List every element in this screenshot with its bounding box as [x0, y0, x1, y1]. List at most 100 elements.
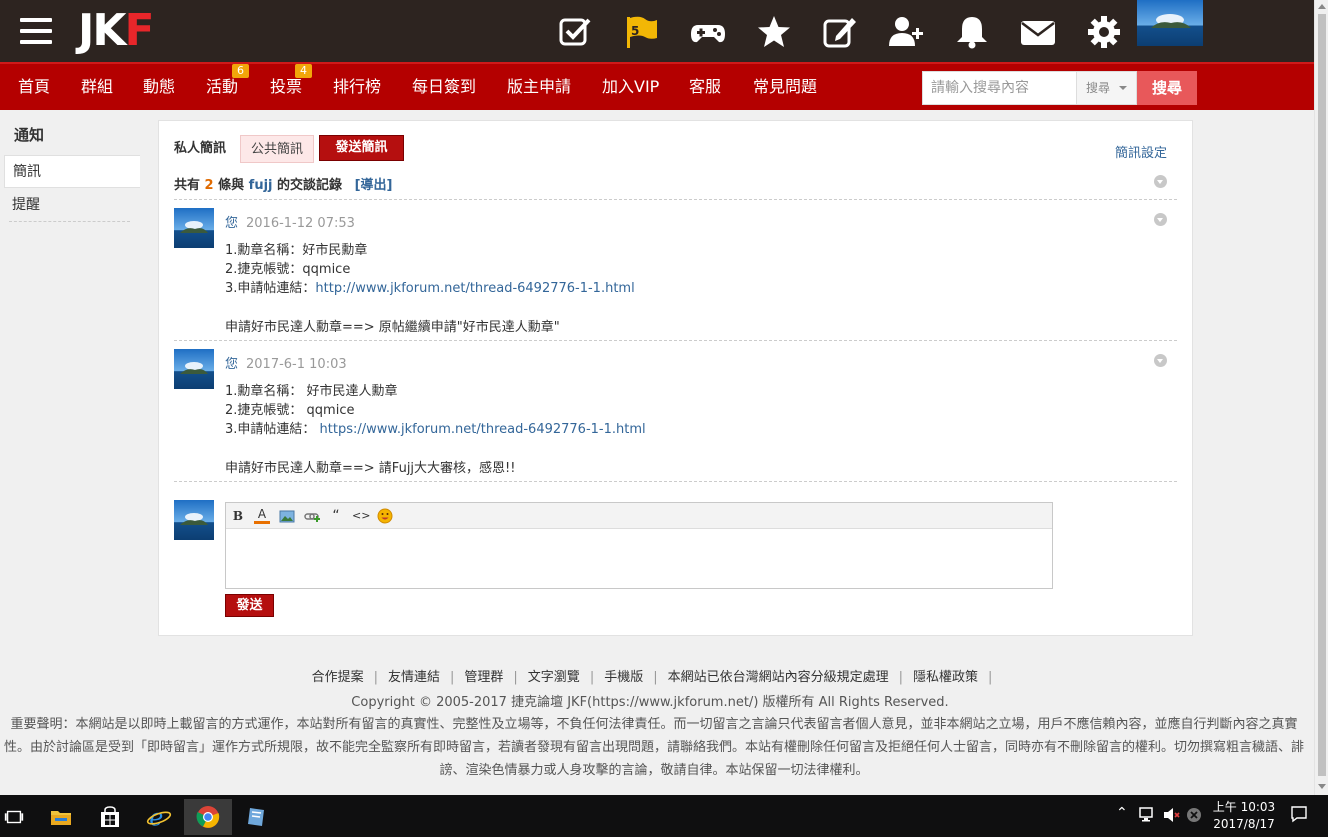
thread-link[interactable]: https://www.jkforum.net/thread-6492776-1…	[320, 422, 646, 437]
checkbox-icon[interactable]	[555, 12, 595, 52]
user-avatar[interactable]	[1137, 0, 1203, 46]
add-user-icon[interactable]	[886, 12, 926, 52]
reply-editor: B A “ <>	[225, 502, 1053, 589]
editor-toolbar: B A “ <>	[226, 503, 1052, 529]
gamepad-icon[interactable]	[688, 12, 728, 52]
collapse-all-icon[interactable]	[1154, 175, 1167, 188]
footer-link[interactable]: 隱私權政策	[913, 670, 978, 685]
conversation-user-link[interactable]: fujj	[249, 178, 273, 193]
chrome-icon[interactable]	[184, 799, 232, 835]
message-line: 2.捷克帳號： qqmice	[225, 403, 355, 418]
task-view-icon[interactable]	[0, 799, 38, 835]
jkf-logo[interactable]: JKF	[78, 8, 155, 54]
footer-link[interactable]: 合作提案	[312, 670, 364, 685]
scroll-down-arrow-icon[interactable]	[1318, 784, 1326, 789]
send-message-button[interactable]: 發送簡訊	[319, 135, 404, 161]
submit-reply-button[interactable]: 發送	[225, 594, 274, 617]
message-time: 2016-1-12 07:53	[246, 216, 355, 231]
tab-private-messages[interactable]: 私人簡訊	[174, 135, 226, 163]
nav-support[interactable]: 客服	[689, 64, 721, 110]
message-line: 1.勳章名稱：好市民勳章	[225, 243, 368, 258]
scroll-up-arrow-icon[interactable]	[1318, 4, 1326, 9]
tab-public-messages[interactable]: 公共簡訊	[240, 135, 314, 163]
message-line: 1.勳章名稱： 好市民達人勳章	[225, 384, 398, 399]
message-line: 申請好市民達人勳章==> 原帖繼續申請"好市民達人勳章"	[225, 320, 560, 335]
message-settings-link[interactable]: 簡訊設定	[1115, 142, 1167, 161]
network-icon[interactable]	[1139, 807, 1157, 823]
nav-activity-badge: 6	[232, 64, 249, 78]
message-line: 2.捷克帳號：qqmice	[225, 262, 351, 277]
message-avatar[interactable]	[174, 208, 214, 248]
my-avatar	[174, 500, 214, 540]
footer-link[interactable]: 友情連結	[388, 670, 440, 685]
link-icon[interactable]	[304, 508, 320, 524]
footer-link[interactable]: 文字瀏覽	[528, 670, 580, 685]
collapse-message-icon[interactable]	[1154, 213, 1167, 226]
message-panel: 私人簡訊 公共簡訊 發送簡訊 簡訊設定 共有 2 條與 fujj 的交談記錄 […	[158, 120, 1193, 636]
sidebar-item-messages[interactable]: 簡訊	[4, 155, 140, 188]
hamburger-menu-icon[interactable]	[20, 18, 52, 44]
image-icon[interactable]	[279, 508, 295, 524]
notification-center-icon[interactable]	[1290, 805, 1308, 823]
nav-daily-checkin[interactable]: 每日簽到	[412, 64, 476, 110]
search-button[interactable]: 搜尋	[1137, 71, 1197, 105]
flag-badge: 5	[631, 24, 640, 38]
thread-link[interactable]: http://www.jkforum.net/thread-6492776-1-…	[315, 281, 634, 296]
chevron-down-icon	[1119, 86, 1127, 90]
clock-time: 上午 10:03	[1212, 800, 1276, 814]
system-clock[interactable]: 上午 10:03 2017/8/17	[1205, 799, 1283, 833]
message-avatar[interactable]	[174, 349, 214, 389]
export-link[interactable]: [導出]	[355, 178, 393, 193]
nav-join-vip[interactable]: 加入VIP	[602, 64, 659, 110]
sidebar-title: 通知	[14, 126, 45, 144]
footer-link[interactable]: 本網站已依台灣網站內容分級規定處理	[668, 670, 889, 685]
clock-date: 2017/8/17	[1213, 817, 1275, 831]
message-line: 申請好市民達人勳章==> 請Fujj大大審核，感恩!!	[225, 461, 516, 476]
volume-muted-icon[interactable]	[1163, 807, 1181, 823]
star-icon[interactable]	[754, 12, 794, 52]
conversation-summary: 共有 2 條與 fujj 的交談記錄 [導出]	[174, 178, 393, 193]
bell-icon[interactable]	[952, 12, 992, 52]
bold-icon[interactable]: B	[230, 508, 246, 524]
font-color-icon[interactable]: A	[254, 508, 270, 524]
flag-icon[interactable]: 5	[621, 12, 661, 52]
scroll-thumb[interactable]	[1318, 14, 1326, 776]
message-header: 您 2016-1-12 07:53	[225, 212, 355, 231]
message-header: 您 2017-6-1 10:03	[225, 353, 347, 372]
search-input[interactable]: 請輸入搜尋內容	[922, 71, 1077, 105]
message-time: 2017-6-1 10:03	[246, 357, 347, 372]
chevron-up-icon[interactable]: ⌃	[1116, 805, 1128, 821]
sidebar-item-reminders[interactable]: 提醒	[9, 189, 130, 222]
file-explorer-icon[interactable]	[37, 799, 85, 835]
nav-faq[interactable]: 常見問題	[753, 64, 817, 110]
nav-ranking[interactable]: 排行榜	[333, 64, 381, 110]
divider	[174, 340, 1177, 341]
quote-icon[interactable]: “	[328, 508, 344, 524]
disclaimer-text: 重要聲明：本網站是以即時上載留言的方式運作，本站對所有留言的真實性、完整性及立場…	[4, 717, 1305, 778]
edit-icon[interactable]	[820, 12, 860, 52]
code-icon[interactable]: <>	[352, 508, 370, 524]
windows-taskbar: e ⌃ 上午 10:03 2017/8/17	[0, 795, 1328, 837]
nav-feed[interactable]: 動態	[143, 64, 175, 110]
footer-link[interactable]: 管理群	[464, 670, 503, 685]
mail-icon[interactable]	[1018, 12, 1058, 52]
message-line: 3.申請帖連結：http://www.jkforum.net/thread-64…	[225, 281, 635, 296]
message-line: 3.申請帖連結： https://www.jkforum.net/thread-…	[225, 422, 646, 437]
gear-icon[interactable]	[1084, 12, 1124, 52]
nav-groups[interactable]: 群組	[81, 64, 113, 110]
emoji-icon[interactable]	[377, 508, 393, 524]
close-circle-icon[interactable]	[1186, 807, 1202, 823]
internet-explorer-icon[interactable]: e	[135, 799, 183, 835]
message-author[interactable]: 您	[225, 216, 238, 231]
footer-link[interactable]: 手機版	[604, 670, 643, 685]
footer-links: 合作提案 | 友情連結 | 管理群 | 文字瀏覽 | 手機版 | 本網站已依台灣網站內容分級規定處理…	[311, 670, 993, 685]
message-author[interactable]: 您	[225, 357, 238, 372]
search-type-select[interactable]: 搜尋	[1077, 71, 1137, 105]
collapse-message-icon[interactable]	[1154, 354, 1167, 367]
app-icon[interactable]	[233, 799, 281, 835]
nav-home[interactable]: 首頁	[18, 64, 50, 110]
store-icon[interactable]	[86, 799, 134, 835]
nav-moderator-apply[interactable]: 版主申請	[507, 64, 571, 110]
page-scrollbar[interactable]	[1314, 0, 1328, 795]
divider	[174, 481, 1177, 482]
